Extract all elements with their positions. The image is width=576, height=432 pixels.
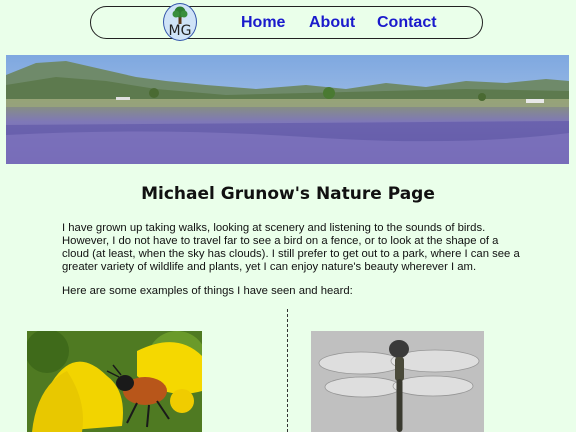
nav-link-about[interactable]: About	[309, 14, 355, 32]
column-divider	[287, 309, 288, 432]
nav-link-home[interactable]: Home	[241, 14, 285, 32]
banner-image	[6, 55, 569, 164]
nav-link-contact[interactable]: Contact	[377, 14, 437, 32]
intro-paragraph: I have grown up taking walks, looking at…	[62, 222, 520, 273]
logo-text: MG	[168, 23, 192, 39]
tree-icon	[172, 6, 188, 24]
dragonfly-photo	[311, 331, 484, 432]
page-title: Michael Grunow's Nature Page	[141, 184, 435, 204]
examples-intro: Here are some examples of things I have …	[62, 285, 353, 297]
beetle-photo	[27, 331, 202, 432]
site-logo[interactable]: MG	[163, 3, 197, 41]
